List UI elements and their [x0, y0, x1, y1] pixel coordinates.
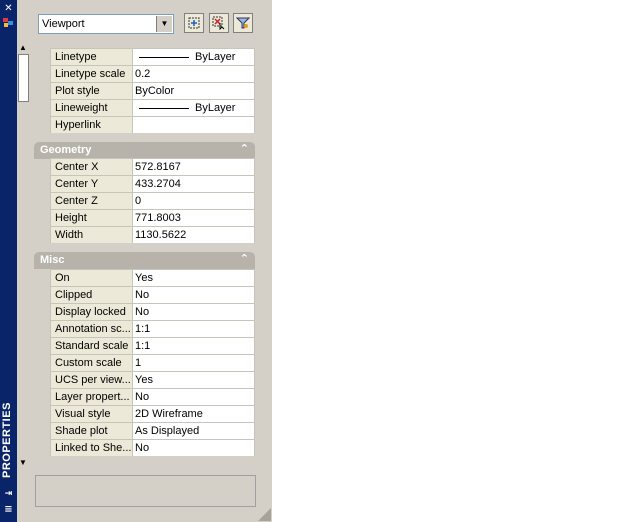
property-value[interactable]: 572.8167 [133, 159, 255, 175]
close-icon[interactable]: ✕ [2, 2, 15, 15]
section-title: Misc [40, 254, 65, 266]
property-name: Center Y [50, 176, 133, 192]
misc-properties: On Yes Clipped No Display locked No Annotation… [50, 269, 255, 456]
property-name: Width [50, 227, 133, 243]
property-row[interactable]: Clipped No [50, 286, 255, 303]
property-name: Center Z [50, 193, 133, 209]
collapse-icon[interactable]: ⌃ [240, 252, 249, 265]
scroll-up-icon[interactable]: ▲ [19, 44, 27, 52]
property-name: Annotation sc... [50, 321, 133, 337]
property-value[interactable]: Yes [133, 372, 255, 388]
property-row[interactable]: Display locked No [50, 303, 255, 320]
property-value[interactable]: No [133, 287, 255, 303]
property-row[interactable]: Layer propert... No [50, 388, 255, 405]
property-row[interactable]: Linked to She... No [50, 439, 255, 456]
property-name: Display locked [50, 304, 133, 320]
property-value[interactable]: 771.8003 [133, 210, 255, 226]
property-row[interactable]: Plot style ByColor [50, 82, 255, 99]
property-row[interactable]: Center X 572.8167 [50, 158, 255, 175]
scrollbar-thumb[interactable] [18, 54, 29, 102]
general-properties: Linetype ByLayer Linetype scale 0.2 Plot sty… [50, 48, 255, 133]
property-value[interactable] [133, 117, 255, 133]
filter-button[interactable] [233, 13, 253, 33]
scrollbar-track[interactable] [17, 42, 29, 472]
object-type-value: Viewport [42, 18, 85, 30]
auto-hide-icon[interactable]: ⇥ [2, 488, 15, 501]
properties-palette: ✕ PROPERTIES ⇥ ≡ ▲ ▼ Viewport ▼ Linetype… [0, 0, 272, 522]
property-name: UCS per view... [50, 372, 133, 388]
property-row[interactable]: Center Y 433.2704 [50, 175, 255, 192]
property-row[interactable]: On Yes [50, 269, 255, 286]
property-name: On [50, 270, 133, 286]
property-name: Visual style [50, 406, 133, 422]
property-name: Linetype scale [50, 66, 133, 82]
property-value[interactable]: No [133, 304, 255, 320]
property-row[interactable]: Custom scale 1 [50, 354, 255, 371]
quick-select-icon [188, 17, 200, 29]
property-name: Layer propert... [50, 389, 133, 405]
property-value[interactable]: 0 [133, 193, 255, 209]
quick-select-button[interactable] [184, 13, 204, 33]
object-type-dropdown[interactable]: Viewport ▼ [38, 14, 174, 34]
line-sample [139, 107, 189, 109]
select-objects-button[interactable] [209, 13, 229, 33]
line-sample [139, 56, 189, 58]
properties-icon[interactable] [2, 16, 15, 29]
property-row[interactable]: Visual style 2D Wireframe [50, 405, 255, 422]
property-value[interactable]: 1130.5622 [133, 227, 255, 243]
property-value[interactable]: Yes [133, 270, 255, 286]
property-value[interactable]: ByColor [133, 83, 255, 99]
property-name: Height [50, 210, 133, 226]
select-objects-icon [212, 16, 225, 31]
resize-grip[interactable] [258, 508, 271, 521]
property-row[interactable]: Annotation sc... 1:1 [50, 320, 255, 337]
geometry-section-header[interactable]: Geometry ⌃ [34, 142, 255, 159]
property-row[interactable]: UCS per view... Yes [50, 371, 255, 388]
property-value-text: ByLayer [195, 51, 236, 63]
property-row[interactable]: Standard scale 1:1 [50, 337, 255, 354]
property-name: Center X [50, 159, 133, 175]
palette-titlebar[interactable]: ✕ PROPERTIES ⇥ ≡ [0, 0, 17, 522]
property-value[interactable]: 0.2 [133, 66, 255, 82]
property-row[interactable]: Lineweight ByLayer [50, 99, 255, 116]
property-value[interactable]: 2D Wireframe [133, 406, 255, 422]
palette-title: PROPERTIES [1, 402, 13, 478]
property-value[interactable]: 1:1 [133, 321, 255, 337]
property-value[interactable]: 1:1 [133, 338, 255, 354]
property-name: Plot style [50, 83, 133, 99]
property-name: Lineweight [50, 100, 133, 116]
property-value[interactable]: ByLayer [133, 49, 255, 65]
property-value-text: ByLayer [195, 102, 236, 114]
property-value[interactable]: 1 [133, 355, 255, 371]
property-name: Standard scale [50, 338, 133, 354]
property-value[interactable]: ByLayer [133, 100, 255, 116]
description-box [35, 475, 256, 507]
section-title: Geometry [40, 144, 92, 156]
property-row[interactable]: Hyperlink [50, 116, 255, 133]
collapse-icon[interactable]: ⌃ [240, 142, 249, 155]
property-row[interactable]: Height 771.8003 [50, 209, 255, 226]
misc-section-header[interactable]: Misc ⌃ [34, 252, 255, 269]
property-name: Custom scale [50, 355, 133, 371]
property-name: Shade plot [50, 423, 133, 439]
properties-menu-icon[interactable]: ≡ [2, 503, 15, 516]
filter-icon [235, 17, 251, 29]
property-name: Linetype [50, 49, 133, 65]
property-row[interactable]: Shade plot As Displayed [50, 422, 255, 439]
property-name: Linked to She... [50, 440, 133, 456]
geometry-properties: Center X 572.8167 Center Y 433.2704 Center Z… [50, 158, 255, 243]
property-row[interactable]: Linetype ByLayer [50, 48, 255, 65]
scroll-down-icon[interactable]: ▼ [19, 459, 27, 467]
property-name: Hyperlink [50, 117, 133, 133]
chevron-down-icon[interactable]: ▼ [156, 16, 172, 32]
property-row[interactable]: Width 1130.5622 [50, 226, 255, 243]
property-value[interactable]: As Displayed [133, 423, 255, 439]
property-row[interactable]: Center Z0 [50, 192, 255, 209]
property-name: Clipped [50, 287, 133, 303]
property-row[interactable]: Linetype scale 0.2 [50, 65, 255, 82]
property-value[interactable]: No [133, 389, 255, 405]
property-value[interactable]: No [133, 440, 255, 456]
property-value[interactable]: 433.2704 [133, 176, 255, 192]
